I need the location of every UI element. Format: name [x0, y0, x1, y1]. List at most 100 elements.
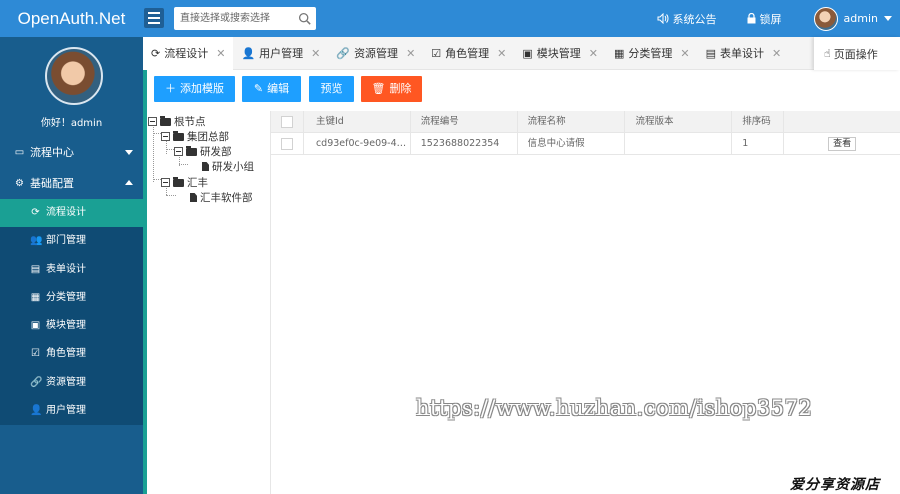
sidebar-item-users[interactable]: 👤 用户管理 — [0, 397, 143, 425]
menu-toggle-button[interactable] — [144, 8, 164, 28]
chevron-down-icon[interactable] — [884, 16, 892, 21]
gear-icon: ⚙ — [15, 178, 24, 189]
tree-node-huifeng[interactable]: 汇丰 — [161, 175, 208, 190]
view-button[interactable]: 查看 — [828, 136, 857, 151]
close-icon[interactable]: ✕ — [311, 37, 320, 70]
close-icon[interactable]: ✕ — [589, 37, 598, 70]
collapse-icon[interactable] — [174, 147, 183, 156]
sidebar-item-form-design[interactable]: ▤ 表单设计 — [0, 256, 143, 284]
close-icon[interactable]: ✕ — [680, 37, 689, 70]
lock-icon — [747, 13, 756, 24]
row-select-cell — [271, 132, 304, 155]
tab-module-management[interactable]: ▣ 模块管理 ✕ — [514, 37, 606, 70]
lock-screen-button[interactable]: 锁屏 — [747, 11, 782, 27]
form-icon: ▤ — [705, 47, 717, 60]
select-all-cell — [271, 110, 304, 133]
table-header: 主键Id 流程编号 流程名称 流程版本 排序码 — [271, 110, 900, 133]
sidebar-item-label: 表单设计 — [46, 263, 86, 275]
collapse-icon[interactable] — [148, 117, 157, 126]
nav-submenu: ⟳ 流程设计 👥 部门管理 ▤ 表单设计 ▦ 分类管理 ▣ 模块管理 ☑ 角色管… — [0, 199, 143, 426]
refresh-icon: ⟳ — [151, 47, 161, 60]
tab-role-management[interactable]: ☑ 角色管理 ✕ — [423, 37, 514, 70]
watermark-store: 爱分享资源店 — [790, 477, 880, 493]
sidebar-user-panel: 你好！admin — [0, 37, 143, 137]
org-tree: 根节点 集团总部 研发部 研发小组 汇丰 汇丰软件部 — [147, 112, 271, 494]
sidebar-item-label: 模块管理 — [46, 320, 86, 332]
tree-node-label: 集团总部 — [187, 131, 229, 143]
module-icon: ▣ — [522, 47, 533, 60]
tree-node-group-hq[interactable]: 集团总部 — [161, 129, 229, 144]
tab-form-design[interactable]: ▤ 表单设计 ✕ — [698, 37, 790, 70]
close-icon[interactable]: ✕ — [406, 37, 415, 70]
close-icon[interactable]: ✕ — [772, 37, 781, 70]
table-cell-actions: 查看 — [784, 133, 900, 155]
folder-open-icon — [173, 130, 184, 141]
tab-label: 模块管理 — [536, 47, 581, 60]
sidebar-item-label: 流程设计 — [46, 207, 86, 218]
tree-node-rd-team[interactable]: 研发小组 — [202, 159, 254, 174]
tab-label: 表单设计 — [720, 47, 765, 60]
sidebar-item-workflow-design[interactable]: ⟳ 流程设计 — [0, 199, 143, 228]
folder-open-icon — [173, 176, 184, 187]
collapse-icon[interactable] — [161, 132, 170, 141]
tab-resource-management[interactable]: 🔗 资源管理 ✕ — [328, 37, 423, 70]
preview-label: 预览 — [320, 82, 343, 95]
chevron-up-icon — [125, 180, 133, 185]
column-header[interactable]: 流程版本 — [625, 110, 733, 133]
sidebar-item-modules[interactable]: ▣ 模块管理 — [0, 312, 143, 340]
collapse-icon[interactable] — [161, 178, 170, 187]
column-header[interactable]: 主键Id — [304, 110, 411, 133]
tree-node-rd-dept[interactable]: 研发部 — [174, 144, 232, 159]
tab-label: 流程设计 — [164, 47, 209, 60]
sidebar-item-roles[interactable]: ☑ 角色管理 — [0, 340, 143, 368]
table-cell — [625, 132, 733, 155]
tree-node-huifeng-sw[interactable]: 汇丰软件部 — [190, 190, 253, 205]
tab-user-management[interactable]: 👤 用户管理 ✕ — [233, 37, 328, 70]
close-icon[interactable]: ✕ — [216, 37, 225, 70]
delete-button[interactable]: 🗑 删除 — [361, 76, 422, 102]
top-header: OpenAuth.Net 系统公告 锁屏 admin — [0, 0, 900, 37]
table-row[interactable]: cd93ef0c-9e09-461... 1523688022354 信息中心请… — [271, 132, 900, 155]
tab-workflow-design[interactable]: ⟳ 流程设计 ✕ — [143, 37, 234, 70]
select-all-checkbox[interactable] — [281, 115, 293, 128]
sidebar-item-resources[interactable]: 🔗 资源管理 — [0, 369, 143, 397]
tab-label: 用户管理 — [259, 47, 304, 60]
tree-node-root[interactable]: 根节点 — [148, 114, 206, 129]
column-header[interactable]: 排序码 — [732, 110, 785, 133]
avatar[interactable] — [813, 6, 838, 31]
column-header[interactable]: 流程名称 — [518, 110, 626, 133]
link-icon: 🔗 — [30, 376, 43, 388]
sidebar-item-departments[interactable]: 👥 部门管理 — [0, 227, 143, 255]
sidebar-item-label: 用户管理 — [46, 405, 86, 417]
table-cell: cd93ef0c-9e09-461... — [304, 132, 411, 155]
sidebar-item-categories[interactable]: ▦ 分类管理 — [0, 284, 143, 312]
search-input[interactable] — [174, 7, 294, 30]
sidebar-item-label: 资源管理 — [46, 376, 86, 388]
preview-button[interactable]: 预览 — [309, 76, 354, 102]
app-brand[interactable]: OpenAuth.Net — [0, 0, 143, 37]
table-panel — [270, 111, 900, 494]
add-template-button[interactable]: ＋ 添加模版 — [154, 76, 235, 102]
system-notice-button[interactable]: 系统公告 — [657, 11, 717, 27]
table-cell: 1 — [732, 132, 785, 155]
page-action-button[interactable]: ☝ 页面操作 — [814, 37, 900, 70]
check-square-icon: ☑ — [31, 348, 40, 360]
nav-group-basic-config[interactable]: ⚙ 基础配置 — [0, 168, 143, 199]
sidebar-item-label: 角色管理 — [46, 348, 86, 360]
users-icon: 👥 — [30, 235, 43, 247]
edit-button[interactable]: ✎ 编辑 — [242, 76, 301, 102]
column-header-actions — [784, 111, 900, 133]
add-template-label: 添加模版 — [180, 82, 224, 95]
search-box[interactable] — [174, 7, 316, 30]
search-icon[interactable] — [298, 12, 311, 25]
close-icon[interactable]: ✕ — [497, 37, 506, 70]
user-menu[interactable]: admin — [813, 6, 892, 31]
nav-group-workflow[interactable]: ▭ 流程中心 — [0, 137, 143, 168]
tab-label: 分类管理 — [628, 47, 673, 60]
row-checkbox[interactable] — [281, 137, 293, 150]
tab-category-management[interactable]: ▦ 分类管理 ✕ — [606, 37, 698, 70]
column-header[interactable]: 流程编号 — [411, 110, 518, 133]
tab-bar: ⟳ 流程设计 ✕ 👤 用户管理 ✕ 🔗 资源管理 ✕ ☑ 角色管理 ✕ ▣ 模块… — [143, 37, 900, 70]
user-avatar — [45, 47, 103, 105]
form-icon: ▤ — [30, 263, 41, 275]
